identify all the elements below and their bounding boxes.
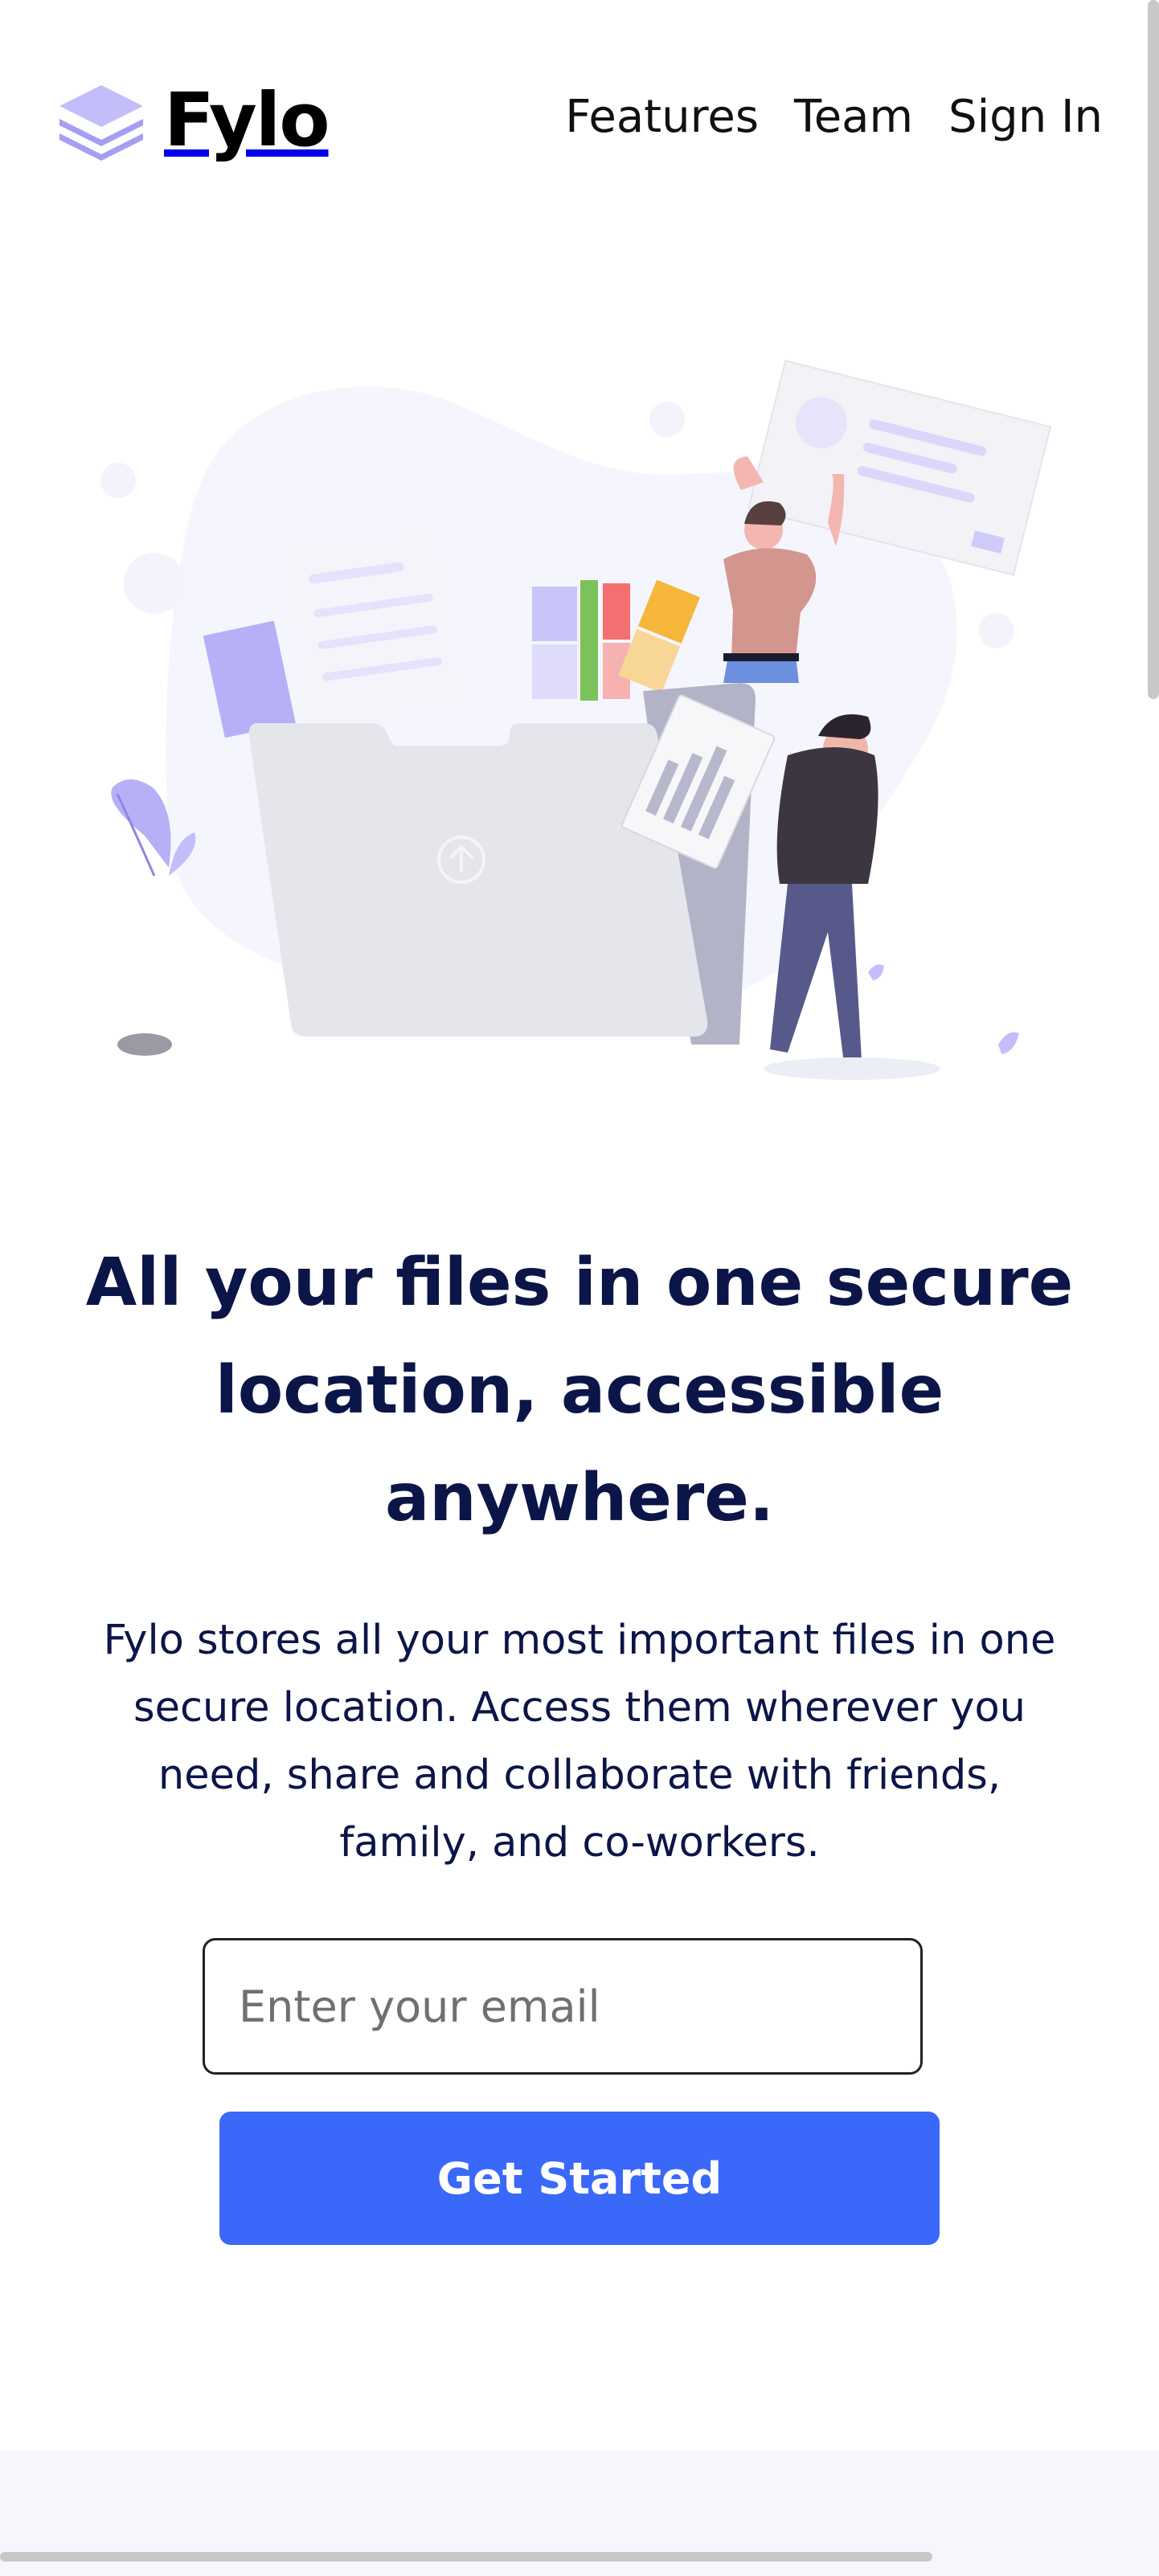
hero-illustration	[100, 359, 1052, 1080]
horizontal-scrollbar[interactable]	[0, 2552, 932, 2562]
hero-description: Fylo stores all your most important file…	[103, 1617, 1056, 1867]
brand-name: Fylo	[164, 77, 330, 163]
site-header: Fylo Features Team Sign In	[0, 0, 1159, 249]
brand-logo[interactable]: Fylo	[53, 77, 330, 163]
vertical-scrollbar[interactable]	[1148, 0, 1159, 699]
nav-team[interactable]: Team	[794, 95, 913, 140]
nav-sign-in[interactable]: Sign In	[948, 95, 1103, 140]
nav-features[interactable]: Features	[565, 95, 759, 140]
main-nav: Features Team Sign In	[565, 95, 1103, 140]
email-field[interactable]	[203, 1938, 923, 2075]
get-started-button[interactable]: Get Started	[219, 2112, 940, 2245]
hero-title: All your files in one secure location, a…	[85, 1245, 1074, 1536]
stacked-layers-icon	[59, 85, 143, 161]
